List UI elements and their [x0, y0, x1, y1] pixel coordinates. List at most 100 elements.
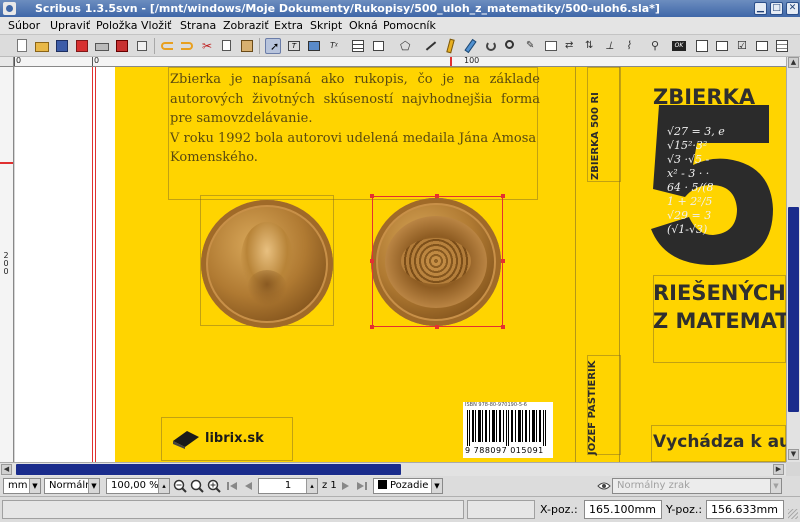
minimize-icon[interactable]: ▁ — [754, 2, 767, 15]
resize-handle[interactable] — [435, 194, 439, 198]
horizontal-scrollbar[interactable]: ◀ ▶ — [0, 462, 786, 476]
insert-shape-icon[interactable] — [371, 38, 387, 54]
scroll-down-icon[interactable]: ▼ — [788, 449, 799, 460]
menu-okna[interactable]: Okná — [349, 19, 378, 32]
barcode-digits: 9 788097 015091 — [465, 446, 544, 455]
menu-subor[interactable]: Súbor — [8, 19, 40, 32]
app-icon[interactable] — [3, 2, 16, 15]
insert-polygon-icon[interactable]: ⬠ — [398, 38, 414, 54]
measurements-icon[interactable]: ⟂ — [603, 38, 619, 54]
first-page-icon[interactable] — [225, 479, 239, 493]
publisher-frame[interactable] — [651, 425, 786, 462]
menu-upravit[interactable]: Upraviť — [50, 19, 90, 32]
isbn-barcode[interactable]: ISBN 978-80-970190-5-6 9 788097 015091 — [463, 402, 553, 458]
selection-box[interactable] — [372, 196, 503, 327]
copy-properties-icon[interactable]: ⌇ — [623, 38, 639, 54]
last-page-icon[interactable] — [355, 479, 369, 493]
mode-select[interactable]: Normálne ▼ — [44, 478, 100, 494]
resize-grip-icon[interactable] — [788, 509, 798, 519]
zoom-100-icon[interactable] — [190, 479, 204, 493]
menu-extra[interactable]: Extra — [274, 19, 303, 32]
zoom-icon[interactable] — [503, 38, 519, 54]
horizontal-ruler[interactable]: 0 0 100 — [14, 57, 786, 67]
pdf-export-icon[interactable] — [114, 38, 130, 54]
bezier-curve-icon[interactable] — [443, 38, 459, 54]
insert-line-icon[interactable] — [423, 38, 439, 54]
vertical-scroll-thumb[interactable] — [788, 207, 799, 412]
next-page-icon[interactable] — [339, 479, 353, 493]
pdf-listbox-icon[interactable] — [774, 38, 790, 54]
redo-icon[interactable] — [179, 38, 195, 54]
unlink-frames-icon[interactable]: ⇅ — [583, 38, 599, 54]
print-icon[interactable] — [94, 38, 110, 54]
copy-icon[interactable] — [219, 38, 235, 54]
resize-handle[interactable] — [501, 325, 505, 329]
menu-vlozit[interactable]: Vložiť — [141, 19, 171, 32]
edit-contents-icon[interactable]: ✎ — [523, 38, 539, 54]
edit-text-icon[interactable] — [543, 38, 559, 54]
preview-mode-icon[interactable] — [597, 479, 611, 493]
ok-button-icon[interactable]: OK — [671, 38, 687, 54]
menu-polozka[interactable]: Položka — [96, 19, 137, 32]
eyedropper-icon[interactable]: ⚲ — [648, 38, 664, 54]
menu-strana[interactable]: Strana — [180, 19, 216, 32]
horizontal-scroll-thumb[interactable] — [16, 464, 401, 475]
ruler-position-marker — [450, 57, 452, 66]
pdf-push-button-icon[interactable] — [694, 38, 710, 54]
isbn-text: ISBN 978-80-970190-5-6 — [465, 402, 527, 408]
resize-handle[interactable] — [370, 325, 374, 329]
resize-handle[interactable] — [501, 259, 505, 263]
new-document-icon[interactable] — [14, 38, 30, 54]
menu-skript[interactable]: Skript — [310, 19, 342, 32]
undo-icon[interactable] — [159, 38, 175, 54]
preflight-icon[interactable] — [134, 38, 150, 54]
cover-subtitle-line: Z MATEMAT — [653, 309, 786, 333]
page-number-input[interactable]: 1 ▴ — [258, 478, 318, 494]
pdf-combobox-icon[interactable] — [754, 38, 770, 54]
close-document-icon[interactable] — [74, 38, 90, 54]
open-folder-icon[interactable] — [34, 38, 50, 54]
insert-render-frame-icon[interactable]: Tᵡ — [328, 38, 344, 54]
close-icon[interactable]: ✕ — [786, 2, 799, 15]
select-item-icon[interactable]: ➚ — [265, 38, 281, 54]
zoom-in-icon[interactable] — [207, 479, 221, 493]
document-canvas[interactable]: Zbierka je napísaná ako rukopis, čo je n… — [15, 67, 786, 462]
paragraph-2: V roku 1992 bola autorovi udelená medail… — [170, 130, 537, 166]
unit-select[interactable]: mm ▼ — [3, 478, 41, 494]
zoom-input[interactable]: 100,00 % ▴ — [106, 478, 170, 494]
rotate-item-icon[interactable] — [483, 38, 499, 54]
visual-appearance-select[interactable]: Normálny zrak ▼ — [612, 478, 782, 494]
zoom-out-icon[interactable] — [173, 479, 187, 493]
vertical-scrollbar[interactable]: ▲ ▼ — [786, 57, 800, 462]
freehand-line-icon[interactable] — [463, 38, 479, 54]
scroll-right-icon[interactable]: ▶ — [773, 464, 784, 475]
resize-handle[interactable] — [435, 325, 439, 329]
ruler-corner[interactable] — [0, 57, 14, 67]
body-text[interactable]: Zbierka je napísaná ako rukopis, čo je n… — [170, 70, 540, 168]
menu-zobrazit[interactable]: Zobraziť — [223, 19, 269, 32]
insert-image-frame-icon[interactable] — [306, 38, 322, 54]
layer-select[interactable]: Pozadie ▼ — [373, 478, 443, 494]
maximize-icon[interactable]: □ — [770, 2, 783, 15]
paragraph-1: Zbierka je napísaná ako rukopis, čo je n… — [170, 72, 540, 126]
insert-table-icon[interactable] — [350, 38, 366, 54]
status-empty-cell — [467, 500, 535, 519]
vertical-ruler[interactable]: 200 — [0, 67, 14, 462]
paste-icon[interactable] — [239, 38, 255, 54]
scroll-left-icon[interactable]: ◀ — [1, 464, 12, 475]
resize-handle[interactable] — [370, 259, 374, 263]
resize-handle[interactable] — [501, 194, 505, 198]
previous-page-icon[interactable] — [241, 479, 255, 493]
scroll-up-icon[interactable]: ▲ — [788, 57, 799, 68]
insert-text-frame-icon[interactable]: T — [286, 38, 302, 54]
ruler-label: 0 — [16, 57, 22, 65]
pdf-checkbox-icon[interactable]: ☑ — [734, 38, 750, 54]
resize-handle[interactable] — [370, 194, 374, 198]
cut-icon[interactable]: ✂ — [199, 38, 215, 54]
cover-subtitle-line: RIEŠENÝCH — [653, 281, 786, 305]
save-icon[interactable] — [54, 38, 70, 54]
link-frames-icon[interactable]: ⇄ — [563, 38, 579, 54]
scribus-window: Scribus 1.3.5svn - [/mnt/windows/Moje Do… — [0, 0, 800, 522]
menu-pomocnik[interactable]: Pomocník — [383, 19, 436, 32]
pdf-text-field-icon[interactable] — [714, 38, 730, 54]
